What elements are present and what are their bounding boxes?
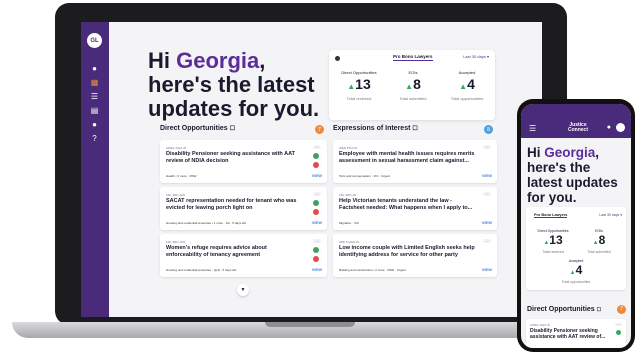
stat-value: ▲8 xyxy=(405,76,421,92)
avatar[interactable] xyxy=(616,123,625,132)
stat-sub: Total opportunities xyxy=(450,96,484,101)
stat-sub: Total submitted xyxy=(587,250,611,254)
view-link[interactable]: VIEW xyxy=(482,267,492,272)
card-meta: FRI, 3RD JR xyxy=(339,193,357,197)
card-tags: Building and construction • 2 more · NSW… xyxy=(339,268,406,272)
card-meta: FRI, 3RD JAN xyxy=(166,193,186,197)
card-tags: Torts and compensation · VIC · Urgent xyxy=(339,174,391,178)
phone-screen: ☰ Justice Connect ● Hi Georgia, here's t… xyxy=(521,104,631,348)
more-icon[interactable]: ... xyxy=(483,145,491,149)
card-title: Women's refuge requires advice about enf… xyxy=(166,245,267,258)
period-dropdown[interactable]: Last 30 days ▾ xyxy=(599,213,622,217)
phone-stats-card: Pro Bono Lawyers Last 30 days ▾ Direct O… xyxy=(526,207,626,290)
laptop-notch xyxy=(265,322,355,327)
stats-card: Pro Bono Lawyers Last 30 days ▾ Direct O… xyxy=(329,50,495,120)
accept-icon[interactable] xyxy=(313,153,319,159)
external-link-icon: ☐ xyxy=(596,307,602,313)
view-link[interactable]: VIEW xyxy=(312,220,322,225)
card-title: Help Victorian tenants understand the la… xyxy=(339,198,473,211)
eoi-card[interactable]: WED 5TH NC Employee with mental health i… xyxy=(333,140,497,183)
more-icon[interactable]: ... xyxy=(483,192,491,196)
more-icon[interactable]: ... xyxy=(313,145,321,149)
bell-icon[interactable]: ● xyxy=(607,124,611,131)
stat-sub: Total opportunities xyxy=(561,280,591,284)
card-meta: 3RD 5 MAR 24 xyxy=(339,240,360,244)
opportunity-card[interactable]: APRIL 2024 ID Disability Pensioner seeki… xyxy=(160,140,327,183)
phone-opportunity-card[interactable]: APRIL 2024 ID Disability Pensioner seeki… xyxy=(526,319,626,348)
accept-icon[interactable] xyxy=(616,330,621,335)
card-tags: Health • 3 more · NSW xyxy=(166,174,197,178)
sidebar: GL ● ▦ ☰ ▤ ● ? xyxy=(81,22,109,317)
scroll-down-icon[interactable]: ▼ xyxy=(237,284,249,296)
menu-icon[interactable]: ☰ xyxy=(529,124,536,133)
avatar[interactable]: GL xyxy=(87,33,102,48)
eoi-card[interactable]: 3RD 5 MAR 24 Low income couple with Limi… xyxy=(333,234,497,277)
card-tags: Housing and residential tenancies · QLD … xyxy=(166,268,237,272)
accept-icon[interactable] xyxy=(313,247,319,253)
stat-value: ▲8 xyxy=(592,233,606,247)
greeting-heading: Hi Georgia, here's the latest updates fo… xyxy=(148,48,320,121)
external-link-icon: ☐ xyxy=(412,126,418,132)
phone-header: ☰ Justice Connect ● xyxy=(521,104,631,138)
document-icon[interactable]: ▤ xyxy=(90,106,99,115)
tab-pro-bono-lawyers[interactable]: Pro Bono Lawyers xyxy=(534,213,568,218)
more-icon[interactable]: ... xyxy=(615,323,622,326)
decline-icon[interactable] xyxy=(313,209,319,215)
decline-icon[interactable] xyxy=(313,256,319,262)
help-icon[interactable]: ? xyxy=(90,134,99,143)
card-title: Employee with mental health issues requi… xyxy=(339,151,475,164)
laptop-screen: GL ● ▦ ☰ ▤ ● ? Hi Georgia, here's the la… xyxy=(81,22,542,317)
card-title: Disability Pensioner seeking assistance … xyxy=(166,151,295,164)
more-icon[interactable]: ... xyxy=(313,192,321,196)
view-link[interactable]: VIEW xyxy=(482,173,492,178)
card-meta: WED 5TH NC xyxy=(339,146,358,150)
card-meta: APRIL 2024 ID xyxy=(530,323,550,327)
stat-value: ▲4 xyxy=(459,76,475,92)
greeting-name: Georgia xyxy=(176,48,260,73)
phone-greeting: Hi Georgia, here's the latest updates fo… xyxy=(527,145,618,205)
decline-icon[interactable] xyxy=(313,162,319,168)
stat-value: ▲4 xyxy=(569,263,583,277)
external-link-icon: ☐ xyxy=(229,126,236,132)
dashboard-icon[interactable]: ▦ xyxy=(90,78,99,87)
card-meta: APRIL 2024 ID xyxy=(166,146,186,150)
view-link[interactable]: VIEW xyxy=(482,220,492,225)
period-dropdown[interactable]: Last 30 days ▾ xyxy=(463,54,489,59)
card-tags: Migration · VIC xyxy=(339,221,360,225)
bell-icon[interactable]: ● xyxy=(90,64,99,73)
card-tags: Housing and residential tenancies • 1 mo… xyxy=(166,221,246,225)
card-title: SACAT representation needed for tenant w… xyxy=(166,198,297,211)
view-link[interactable]: VIEW xyxy=(312,267,322,272)
brand-logo: Justice Connect xyxy=(568,122,588,133)
eoi-card[interactable]: FRI, 3RD JR Help Victorian tenants under… xyxy=(333,187,497,230)
people-icon[interactable]: ● xyxy=(90,120,99,129)
more-icon[interactable]: ... xyxy=(313,239,321,243)
stat-value: ▲13 xyxy=(543,233,563,247)
list-icon[interactable]: ☰ xyxy=(90,92,99,101)
stat-sub: Total received xyxy=(542,250,564,254)
eoi-count-badge: 8 xyxy=(484,125,493,134)
eoi-title: Expressions of Interest ☐ xyxy=(333,125,418,132)
tab-pro-bono-lawyers[interactable]: Pro Bono Lawyers xyxy=(393,54,433,61)
opportunity-card[interactable]: FRI, 3RD JAN SACAT representation needed… xyxy=(160,187,327,230)
direct-count-badge: 7 xyxy=(617,305,626,314)
phone-direct-title: Direct Opportunities ☐ xyxy=(527,306,602,313)
stat-sub: Total submitted xyxy=(399,96,427,101)
direct-count-badge: 7 xyxy=(315,125,324,134)
accept-icon[interactable] xyxy=(313,200,319,206)
stat-value: ▲13 xyxy=(347,76,371,92)
opportunity-card[interactable]: FRI, 3RD JAN Women's refuge requires adv… xyxy=(160,234,327,277)
card-title: Disability Pensioner seeking assistance … xyxy=(530,328,606,340)
more-icon[interactable]: ... xyxy=(483,239,491,243)
card-title: Low income couple with Limited English s… xyxy=(339,245,475,258)
info-icon[interactable] xyxy=(335,56,340,61)
card-meta: FRI, 3RD JAN xyxy=(166,240,186,244)
direct-opportunities-title: Direct Opportunities ☐ xyxy=(160,125,236,132)
stat-sub: Total received xyxy=(346,96,372,101)
view-link[interactable]: VIEW xyxy=(312,173,322,178)
